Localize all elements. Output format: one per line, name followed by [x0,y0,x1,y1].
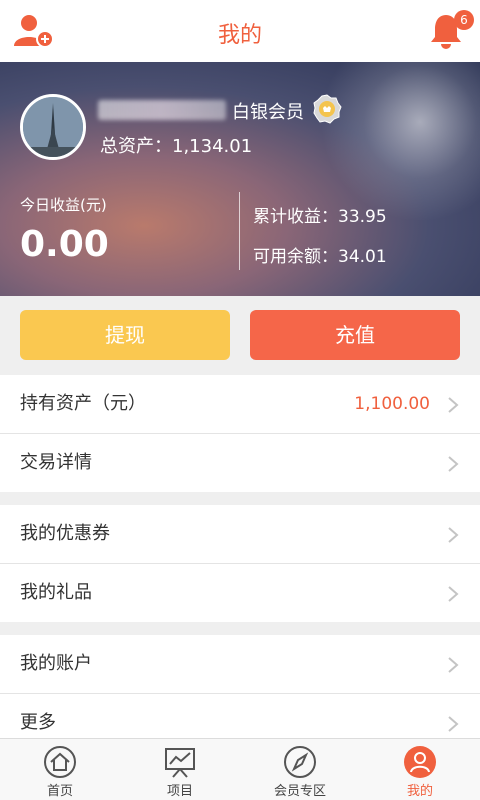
transactions-label: 交易详情 [20,452,92,473]
withdraw-button[interactable]: 提现 [20,310,230,360]
tab-projects[interactable]: 项目 [120,739,240,800]
avatar[interactable] [20,94,86,160]
member-level: 白银会员 [232,102,304,123]
menu-item-coupons[interactable]: 我的优惠券 [0,505,480,563]
account-label: 我的账户 [20,653,92,674]
silver-member-badge-icon [312,94,342,124]
tab-vip-zone[interactable]: 会员专区 [240,739,360,800]
menu-item-gifts[interactable]: 我的礼品 [0,564,480,622]
tab-home[interactable]: 首页 [0,739,120,800]
total-assets-value: 1,134.01 [172,136,253,157]
notification-badge: 6 [454,10,474,30]
user-icon [404,746,436,778]
today-earnings-value: 0.00 [20,224,109,265]
today-earnings-label: 今日收益(元) [20,196,107,214]
holdings-label: 持有资产（元） [20,393,146,414]
chevron-right-icon [448,397,459,413]
chevron-right-icon [448,586,459,602]
chevron-right-icon [448,456,459,472]
compass-icon [284,746,316,778]
tab-mine-label: 我的 [406,784,433,799]
vertical-divider [239,192,240,270]
profile-banner: 白银会员 总资产：1,134.01 今日收益(元) 0.00 累计收益：33.9… [0,62,480,296]
total-assets: 总资产：1,134.01 [100,132,252,158]
total-assets-label: 总资产： [100,136,172,157]
banner-glow [320,62,480,222]
recharge-button[interactable]: 充值 [250,310,460,360]
chevron-right-icon [448,527,459,543]
available-balance: 可用余额：34.01 [253,242,387,267]
coupons-label: 我的优惠券 [20,523,110,544]
page-title: 我的 [217,23,262,48]
holdings-value: 1,100.00 [354,394,430,414]
menu-item-holdings[interactable]: 持有资产（元） 1,100.00 [0,375,480,433]
tab-vip-zone-label: 会员专区 [273,784,326,799]
chart-board-icon [165,748,195,778]
menu-item-account[interactable]: 我的账户 [0,635,480,693]
menu-item-transactions[interactable]: 交易详情 [0,434,480,492]
tab-projects-label: 项目 [166,784,193,799]
cumulative-earnings: 累计收益：33.95 [253,202,387,227]
available-balance-value: 34.01 [338,247,387,267]
home-icon [44,746,76,778]
username-masked [98,100,226,120]
chevron-right-icon [448,657,459,673]
tab-home-label: 首页 [46,784,73,799]
available-balance-label: 可用余额： [253,247,338,267]
cumulative-earnings-label: 累计收益： [253,207,338,227]
tab-mine[interactable]: 我的 [360,739,480,800]
chevron-right-icon [448,716,459,732]
bottom-tab-bar: 首页 项目 会员专区 我的 [0,738,480,800]
top-bar: 我的 6 [0,0,480,62]
gifts-label: 我的礼品 [20,582,92,603]
cumulative-earnings-value: 33.95 [338,207,387,227]
